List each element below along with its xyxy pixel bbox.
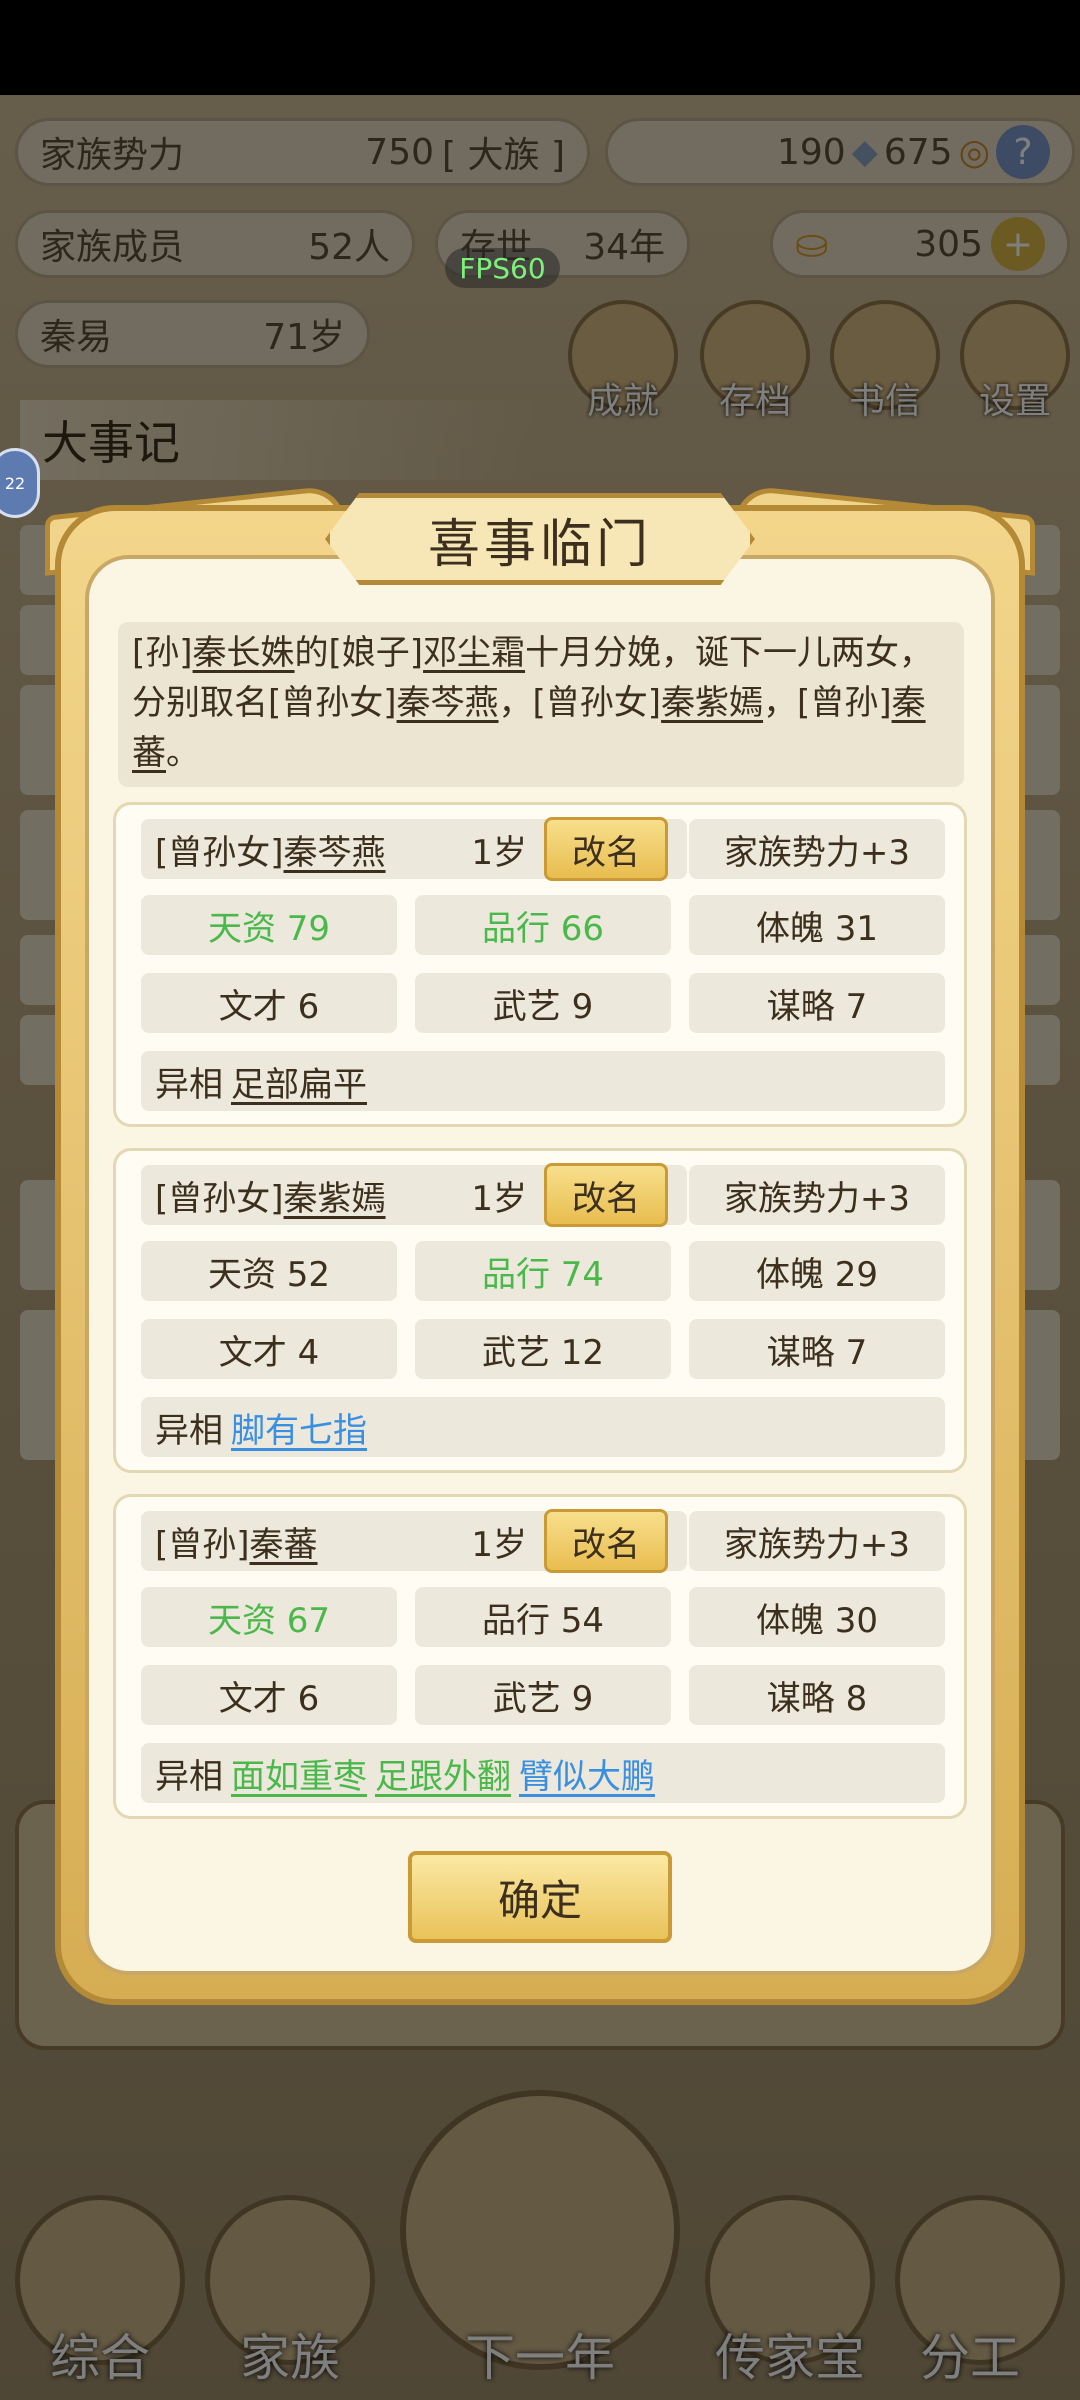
traits-row: 异相 脚有七指 <box>141 1397 945 1457</box>
child-name[interactable]: 秦芩燕 <box>284 825 386 874</box>
child-card: [曾孙女] 秦紫嫣 1岁 改名 家族势力+3 天资 52 品行 74 体魄 29 … <box>113 1148 967 1473</box>
rename-button[interactable]: 改名 <box>544 1163 668 1227</box>
stat-martial: 武艺 9 <box>415 973 671 1033</box>
msg-text: 的[娘子] <box>294 633 424 673</box>
stat-physique: 体魄 29 <box>689 1241 945 1301</box>
trait-link[interactable]: 足部扁平 <box>231 1057 367 1106</box>
child-name-link[interactable]: 秦芩燕 <box>397 683 499 723</box>
clan-power-bonus: 家族势力+3 <box>689 1511 945 1571</box>
child-relation: [曾孙女] <box>155 832 284 873</box>
dialog-title: 喜事临门 <box>427 514 652 575</box>
child-card: [曾孙女] 秦芩燕 1岁 改名 家族势力+3 天资 79 品行 66 体魄 31 … <box>113 802 967 1127</box>
rename-button[interactable]: 改名 <box>544 1509 668 1573</box>
confirm-button[interactable]: 确定 <box>408 1851 672 1943</box>
stat-literary: 文才 6 <box>141 1665 397 1725</box>
stat-literary: 文才 6 <box>141 973 397 1033</box>
traits-row: 异相 足部扁平 <box>141 1051 945 1111</box>
trait-link[interactable]: 臂似大鹏 <box>519 1749 655 1798</box>
stat-talent: 天资 79 <box>141 895 397 955</box>
child-age: 1岁 <box>471 832 527 873</box>
msg-text: 。 <box>166 733 200 773</box>
trait-link[interactable]: 脚有七指 <box>231 1403 367 1452</box>
stat-strategy: 谋略 8 <box>689 1665 945 1725</box>
trait-link[interactable]: 面如重枣 <box>231 1749 367 1798</box>
msg-text: ，[曾孙女] <box>498 683 662 723</box>
stat-conduct: 品行 54 <box>415 1587 671 1647</box>
traits-label: 异相 <box>155 1410 223 1451</box>
trait-link[interactable]: 足跟外翻 <box>375 1749 511 1798</box>
stat-conduct: 品行 66 <box>415 895 671 955</box>
stat-talent: 天资 52 <box>141 1241 397 1301</box>
clan-power-bonus: 家族势力+3 <box>689 1165 945 1225</box>
child-name-link[interactable]: 秦紫嫣 <box>661 683 763 723</box>
child-name[interactable]: 秦蕃 <box>250 1517 318 1566</box>
child-age: 1岁 <box>471 1524 527 1565</box>
child-name[interactable]: 秦紫嫣 <box>284 1171 386 1220</box>
msg-text: [孙] <box>132 633 193 673</box>
rename-button[interactable]: 改名 <box>544 817 668 881</box>
stat-physique: 体魄 31 <box>689 895 945 955</box>
side-badge[interactable]: 22 <box>0 448 40 518</box>
father-name-link[interactable]: 秦长姝 <box>193 633 295 673</box>
traits-row: 异相 面如重枣 足跟外翻 臂似大鹏 <box>141 1743 945 1803</box>
stat-literary: 文才 4 <box>141 1319 397 1379</box>
stat-physique: 体魄 30 <box>689 1587 945 1647</box>
event-message: [孙]秦长姝的[娘子]邓尘霜十月分娩，诞下一儿两女，分别取名[曾孙女]秦芩燕，[… <box>118 622 964 787</box>
child-card: [曾孙] 秦蕃 1岁 改名 家族势力+3 天资 67 品行 54 体魄 30 文才… <box>113 1494 967 1819</box>
traits-label: 异相 <box>155 1756 223 1797</box>
traits-label: 异相 <box>155 1064 223 1105</box>
stat-talent: 天资 67 <box>141 1587 397 1647</box>
clan-power-bonus: 家族势力+3 <box>689 819 945 879</box>
child-relation: [曾孙女] <box>155 1178 284 1219</box>
stat-conduct: 品行 74 <box>415 1241 671 1301</box>
msg-text: ，[曾孙] <box>763 683 892 723</box>
stat-strategy: 谋略 7 <box>689 1319 945 1379</box>
fps-counter: FPS60 <box>445 248 560 288</box>
stat-strategy: 谋略 7 <box>689 973 945 1033</box>
stat-martial: 武艺 9 <box>415 1665 671 1725</box>
mother-name-link[interactable]: 邓尘霜 <box>423 633 525 673</box>
child-relation: [曾孙] <box>155 1524 250 1565</box>
child-age: 1岁 <box>471 1178 527 1219</box>
stat-martial: 武艺 12 <box>415 1319 671 1379</box>
